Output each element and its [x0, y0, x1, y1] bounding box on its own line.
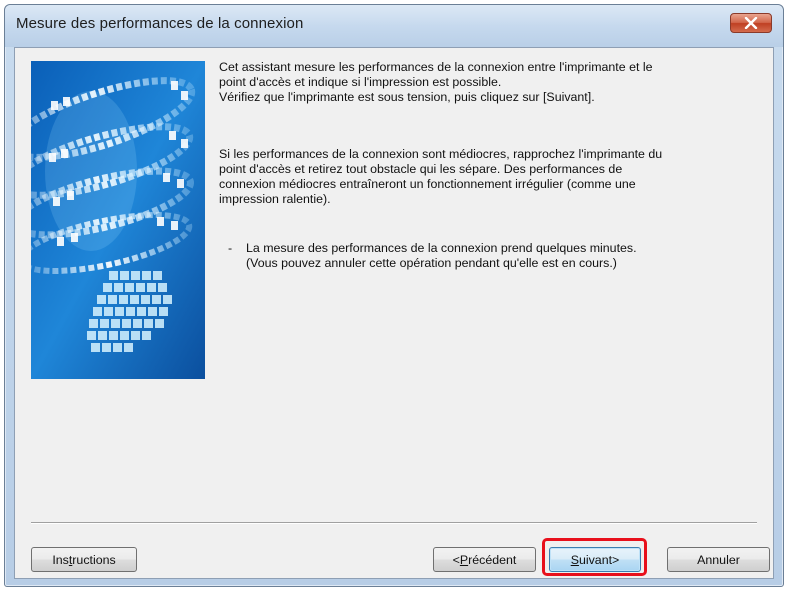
- note-list-item: - La mesure des performances de la conne…: [219, 241, 767, 271]
- duration-note: La mesure des performances de la connexi…: [246, 241, 637, 270]
- title-bar[interactable]: Mesure des performances de la connexion: [5, 5, 783, 47]
- close-icon: [744, 17, 758, 29]
- instructions-label-pre: Ins: [52, 552, 69, 567]
- next-button[interactable]: Suivant>: [549, 547, 641, 572]
- close-button[interactable]: [730, 13, 772, 33]
- previous-accelerator: P: [459, 552, 469, 567]
- previous-label-pre: <: [452, 552, 460, 567]
- intro-paragraph: Cet assistant mesure les performances de…: [219, 60, 653, 104]
- previous-button[interactable]: < Précédent: [433, 547, 536, 572]
- dialog-window: Mesure des performances de la connexion: [4, 4, 784, 587]
- instructions-label-post: ructions: [72, 552, 116, 567]
- printer-banner-image: [31, 61, 205, 379]
- next-label-post: uivant>: [578, 552, 620, 567]
- dialog-body: Cet assistant mesure les performances de…: [14, 47, 774, 579]
- divider: [31, 522, 757, 524]
- instructions-button[interactable]: Ins t ructions: [31, 547, 137, 572]
- bullet-marker: -: [228, 241, 233, 255]
- previous-label-post: récédent: [468, 552, 517, 567]
- cancel-button[interactable]: Annuler: [667, 547, 770, 572]
- description-text: Cet assistant mesure les performances de…: [219, 60, 767, 271]
- advice-paragraph: Si les performances de la connexion sont…: [219, 147, 663, 206]
- next-accelerator: S: [570, 552, 579, 567]
- window-title: Mesure des performances de la connexion: [16, 15, 304, 32]
